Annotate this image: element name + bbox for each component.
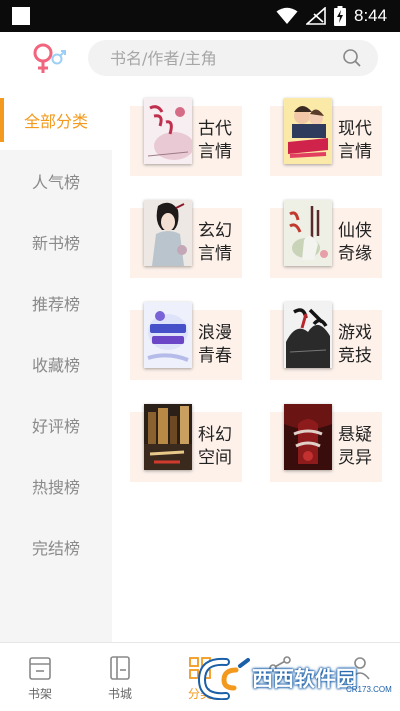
sidebar-item-recommend-rank[interactable]: 推荐榜: [0, 273, 112, 333]
wifi-icon: [276, 7, 298, 24]
status-time: 8:44: [354, 6, 388, 25]
search-input[interactable]: [110, 40, 330, 76]
signal-off-icon: [306, 7, 326, 25]
category-label: 科幻 空间: [198, 425, 232, 468]
book-cover: [144, 200, 192, 266]
sidebar-item-favorites-rank[interactable]: 收藏榜: [0, 334, 112, 394]
category-label: 玄幻 言情: [198, 221, 232, 264]
category-card-fantasy-romance[interactable]: 玄幻 言情: [130, 200, 242, 278]
bookstore-icon: [110, 656, 130, 680]
status-bar: 8:44: [0, 0, 400, 32]
sidebar-item-completed-rank[interactable]: 完结榜: [0, 517, 112, 577]
category-grid: 古代 言情 现代 言情 玄幻 言情 仙侠 奇缘 浪漫 青春 游戏 竞技 科幻 空…: [112, 90, 400, 642]
category-card-ancient-romance[interactable]: 古代 言情: [130, 98, 242, 176]
header: [0, 32, 400, 84]
nav-bookshelf[interactable]: 书架: [0, 643, 80, 711]
book-cover: [144, 404, 192, 470]
watermark-text: 西西软件园: [252, 667, 357, 691]
book-cover: [284, 302, 332, 368]
gender-switch-icon[interactable]: [28, 40, 68, 76]
sidebar-item-hot-search-rank[interactable]: 热搜榜: [0, 456, 112, 516]
bookshelf-icon: [29, 657, 51, 680]
sidebar-item-new-book-rank[interactable]: 新书榜: [0, 212, 112, 272]
category-label: 现代 言情: [338, 119, 372, 162]
search-bar[interactable]: [88, 40, 378, 76]
watermark-logo-icon: [197, 657, 250, 700]
sidebar-item-popularity-rank[interactable]: 人气榜: [0, 151, 112, 211]
category-card-scifi-space[interactable]: 科幻 空间: [130, 404, 242, 482]
category-label: 古代 言情: [198, 119, 232, 162]
book-cover: [284, 200, 332, 266]
category-label: 游戏 竞技: [338, 323, 372, 366]
category-label: 悬疑 灵异: [338, 425, 372, 468]
book-cover: [144, 302, 192, 368]
book-cover: [284, 404, 332, 470]
nav-label: 书架: [27, 687, 52, 701]
category-label: 浪漫 青春: [198, 323, 232, 366]
battery-charging-icon: [334, 6, 346, 26]
book-cover: [144, 98, 192, 164]
search-icon[interactable]: [342, 48, 362, 68]
category-card-mystery-supernatural[interactable]: 悬疑 灵异: [270, 404, 382, 482]
watermark-domain: CR173.COM: [346, 685, 392, 694]
category-sidebar: 全部分类 人气榜 新书榜 推荐榜 收藏榜 好评榜 热搜榜 完结榜: [0, 90, 112, 642]
site-watermark: 西西软件园 CR173.COM: [196, 654, 392, 702]
notification-square-icon: [12, 7, 30, 25]
category-card-xianxia-romance[interactable]: 仙侠 奇缘: [270, 200, 382, 278]
category-card-gaming-esports[interactable]: 游戏 竞技: [270, 302, 382, 380]
nav-label: 书城: [107, 687, 132, 701]
category-card-youth-romance[interactable]: 浪漫 青春: [130, 302, 242, 380]
sidebar-item-rating-rank[interactable]: 好评榜: [0, 395, 112, 455]
category-label: 仙侠 奇缘: [338, 221, 372, 264]
book-cover: [284, 98, 332, 164]
sidebar-item-all-categories[interactable]: 全部分类: [0, 90, 112, 150]
category-card-modern-romance[interactable]: 现代 言情: [270, 98, 382, 176]
nav-bookstore[interactable]: 书城: [80, 643, 160, 711]
